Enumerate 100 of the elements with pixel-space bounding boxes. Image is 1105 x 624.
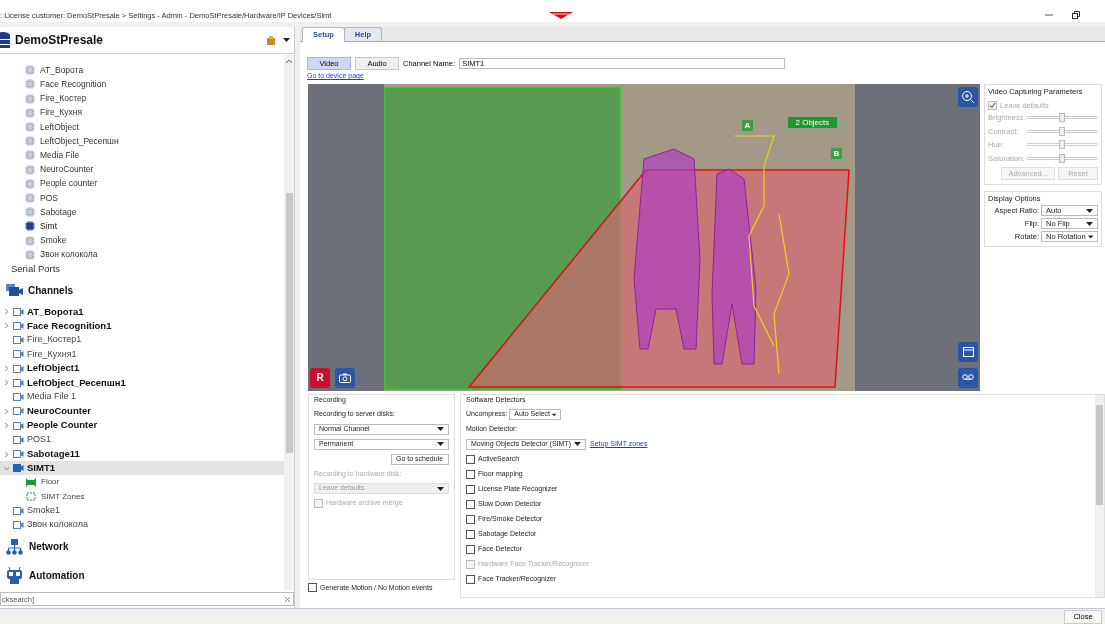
device-item[interactable]: AT_Ворота bbox=[0, 63, 284, 78]
database-icon bbox=[0, 31, 10, 49]
chip-icon bbox=[25, 93, 35, 104]
camera-icon bbox=[13, 393, 24, 402]
tape-button[interactable] bbox=[958, 367, 978, 388]
chip-icon bbox=[25, 150, 35, 161]
chevron-down-icon[interactable] bbox=[4, 465, 9, 471]
scrollbar[interactable] bbox=[1095, 394, 1104, 597]
device-item[interactable]: Fire_Костер bbox=[0, 91, 284, 106]
checkbox[interactable] bbox=[466, 574, 475, 584]
slider-track[interactable] bbox=[1026, 116, 1098, 120]
channel-item[interactable]: NeuroCounter bbox=[0, 404, 284, 419]
checkbox[interactable] bbox=[466, 484, 475, 494]
device-item[interactable]: Media File bbox=[0, 148, 284, 163]
camera-icon bbox=[13, 321, 24, 330]
scrollbar[interactable] bbox=[284, 55, 294, 590]
slider-thumb[interactable] bbox=[1059, 140, 1065, 150]
caret-icon bbox=[574, 442, 581, 446]
channel-item[interactable]: Fire_Кухня1 bbox=[0, 347, 284, 362]
device-item[interactable]: Fire_Кухня bbox=[0, 105, 284, 120]
chevron-right-icon[interactable] bbox=[4, 366, 9, 372]
channel-subitem[interactable]: SIMT Zones bbox=[0, 489, 85, 504]
camera-icon bbox=[13, 378, 24, 387]
checkbox[interactable] bbox=[308, 583, 317, 593]
checkbox[interactable] bbox=[466, 469, 475, 479]
device-item[interactable]: Simt bbox=[0, 219, 284, 234]
channel-item[interactable]: Media File 1 bbox=[0, 390, 284, 405]
chip-icon bbox=[25, 136, 35, 147]
caret-icon bbox=[1087, 234, 1093, 239]
caret-icon bbox=[1086, 221, 1093, 226]
chevron-right-icon[interactable] bbox=[4, 423, 9, 429]
camera-icon bbox=[13, 464, 24, 473]
caret-icon bbox=[283, 38, 290, 42]
channel-item[interactable]: POS1 bbox=[0, 432, 284, 447]
channel-item[interactable]: Fire_Костер1 bbox=[0, 333, 284, 348]
camera-icon bbox=[13, 350, 24, 359]
restore-icon[interactable] bbox=[1072, 11, 1080, 19]
camera-icon bbox=[13, 506, 24, 515]
chip-icon bbox=[25, 121, 35, 132]
network-icon bbox=[6, 538, 23, 555]
slider-track[interactable] bbox=[1026, 129, 1098, 133]
section-item[interactable]: Automation bbox=[0, 561, 85, 590]
section-item[interactable]: Network bbox=[0, 532, 69, 562]
chevron-right-icon[interactable] bbox=[4, 451, 9, 457]
chip-icon bbox=[25, 178, 35, 189]
channel-item[interactable]: LeftObject_Ресепшн1 bbox=[0, 375, 284, 390]
slider-thumb[interactable] bbox=[1059, 113, 1065, 123]
channel-item[interactable]: LeftObject1 bbox=[0, 361, 284, 376]
checkbox[interactable] bbox=[466, 529, 475, 539]
camera-icon bbox=[339, 372, 351, 383]
slider-thumb[interactable] bbox=[1059, 153, 1065, 163]
plugin-icon[interactable] bbox=[267, 35, 275, 45]
chevron-right-icon[interactable] bbox=[4, 380, 9, 386]
chevron-right-icon[interactable] bbox=[4, 408, 9, 414]
calendar-button[interactable] bbox=[958, 341, 978, 362]
device-item[interactable]: LeftObject_Ресепшн bbox=[0, 134, 284, 149]
channel-item[interactable]: People Counter bbox=[0, 418, 284, 433]
device-item[interactable]: Smoke bbox=[0, 233, 284, 248]
serial-ports-item[interactable]: Serial Ports bbox=[0, 261, 61, 277]
device-item[interactable]: Sabotage bbox=[0, 205, 284, 220]
robot-icon bbox=[6, 566, 23, 584]
chip-icon bbox=[25, 192, 35, 203]
checkbox[interactable] bbox=[466, 454, 475, 464]
channels-section[interactable]: Channels bbox=[0, 276, 73, 305]
camera-icon bbox=[13, 421, 24, 430]
channel-item[interactable]: Smoke1 bbox=[0, 503, 284, 518]
device-item[interactable]: Звон колокола bbox=[0, 247, 284, 262]
logo-icon bbox=[549, 12, 573, 19]
device-item[interactable]: NeuroCounter bbox=[0, 162, 284, 177]
channel-item[interactable]: AT_Ворота1 bbox=[0, 304, 284, 319]
snapshot-button[interactable] bbox=[335, 367, 355, 388]
zone-label: A bbox=[741, 119, 754, 131]
zoom-button[interactable] bbox=[958, 86, 978, 107]
slider-track[interactable] bbox=[1026, 143, 1098, 147]
caret-icon bbox=[437, 427, 444, 431]
device-item[interactable]: Face Recognition bbox=[0, 77, 284, 92]
zones-icon bbox=[26, 492, 36, 502]
channel-item[interactable]: Звон колокола bbox=[0, 518, 284, 533]
checkbox[interactable] bbox=[466, 499, 475, 509]
caret-icon bbox=[1086, 208, 1093, 213]
chevron-right-icon[interactable] bbox=[4, 309, 9, 315]
zone-label: 2 Objects bbox=[787, 116, 838, 128]
scroll-up-icon[interactable] bbox=[286, 59, 292, 63]
checkbox[interactable] bbox=[466, 514, 475, 524]
zone-label: B bbox=[830, 147, 843, 159]
chevron-right-icon[interactable] bbox=[4, 323, 9, 329]
checkbox[interactable] bbox=[466, 544, 475, 554]
slider-thumb[interactable] bbox=[1059, 126, 1065, 136]
channel-item[interactable]: Sabotage11 bbox=[0, 446, 284, 462]
device-item[interactable]: People counter bbox=[0, 176, 284, 191]
device-item[interactable]: POS bbox=[0, 190, 284, 206]
camera-icon bbox=[13, 435, 24, 444]
calendar-icon bbox=[962, 346, 974, 357]
channel-subitem[interactable]: Floor bbox=[0, 475, 60, 490]
device-item[interactable]: LeftObject bbox=[0, 119, 284, 134]
record-button[interactable]: R bbox=[310, 367, 330, 388]
camera-icon bbox=[13, 450, 24, 458]
channel-item[interactable]: Face Recognition1 bbox=[0, 318, 284, 334]
channel-item[interactable]: SIMT1 bbox=[0, 461, 284, 476]
slider-track[interactable] bbox=[1026, 156, 1098, 160]
